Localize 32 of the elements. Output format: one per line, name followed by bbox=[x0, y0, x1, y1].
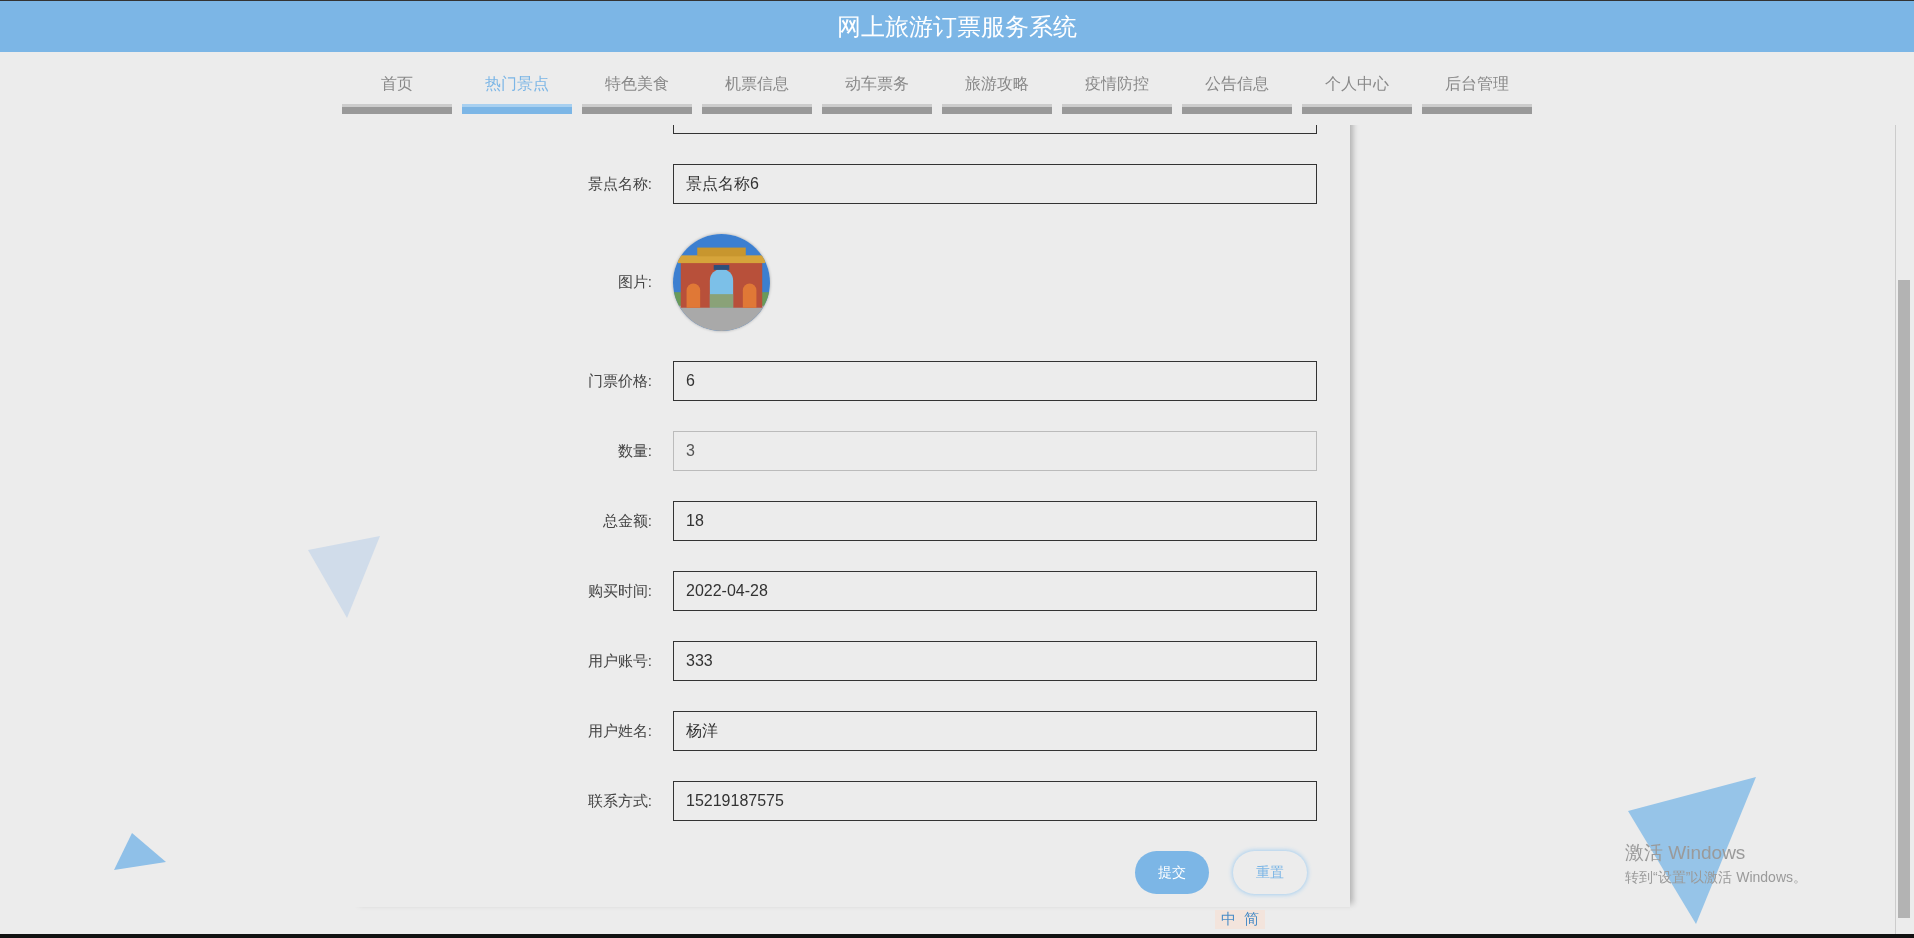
nav-tab[interactable]: 旅游攻略 bbox=[942, 52, 1052, 125]
nav-tab[interactable]: 动车票务 bbox=[822, 52, 932, 125]
nav-tab[interactable]: 个人中心 bbox=[1302, 52, 1412, 125]
field-label: 用户账号: bbox=[587, 651, 652, 671]
input-field[interactable]: 杨洋 bbox=[673, 711, 1317, 751]
nav-tab[interactable]: 疫情防控 bbox=[1062, 52, 1172, 125]
input-field[interactable]: 333 bbox=[673, 641, 1317, 681]
field-label: 联系方式: bbox=[587, 791, 652, 811]
field-label: 数量: bbox=[617, 441, 652, 461]
input-field[interactable]: 18 bbox=[673, 501, 1317, 541]
reset-button[interactable]: 重置 bbox=[1233, 851, 1307, 894]
input-field[interactable]: 15219187575 bbox=[673, 781, 1317, 821]
ime-indicator[interactable]: 中 bbox=[1221, 910, 1236, 929]
field-label: 总金额: bbox=[602, 511, 652, 531]
field-label: 用户姓名: bbox=[587, 721, 652, 741]
input-field[interactable]: 2022-04-28 bbox=[673, 571, 1317, 611]
ime-indicator[interactable]: 简 bbox=[1244, 910, 1259, 929]
submit-button[interactable]: 提交 bbox=[1135, 851, 1209, 894]
site-title: 网上旅游订票服务系统 bbox=[837, 11, 1077, 42]
field-label: 图片: bbox=[617, 273, 652, 292]
field-label: 门票价格: bbox=[587, 371, 652, 391]
nav-tab[interactable]: 公告信息 bbox=[1182, 52, 1292, 125]
field-label: 景点名称: bbox=[587, 174, 652, 194]
nav-tab[interactable]: 热门景点 bbox=[462, 52, 572, 125]
input-field[interactable]: 6 bbox=[673, 361, 1317, 401]
nav-tab[interactable]: 后台管理 bbox=[1422, 52, 1532, 125]
field-label: 购买时间: bbox=[587, 581, 652, 601]
nav-tab[interactable]: 首页 bbox=[342, 52, 452, 125]
triangle bbox=[114, 833, 166, 870]
input-field[interactable]: 景点名称6 bbox=[673, 164, 1317, 204]
nav-tab[interactable]: 特色美食 bbox=[582, 52, 692, 125]
nav-tab[interactable]: 机票信息 bbox=[702, 52, 812, 125]
